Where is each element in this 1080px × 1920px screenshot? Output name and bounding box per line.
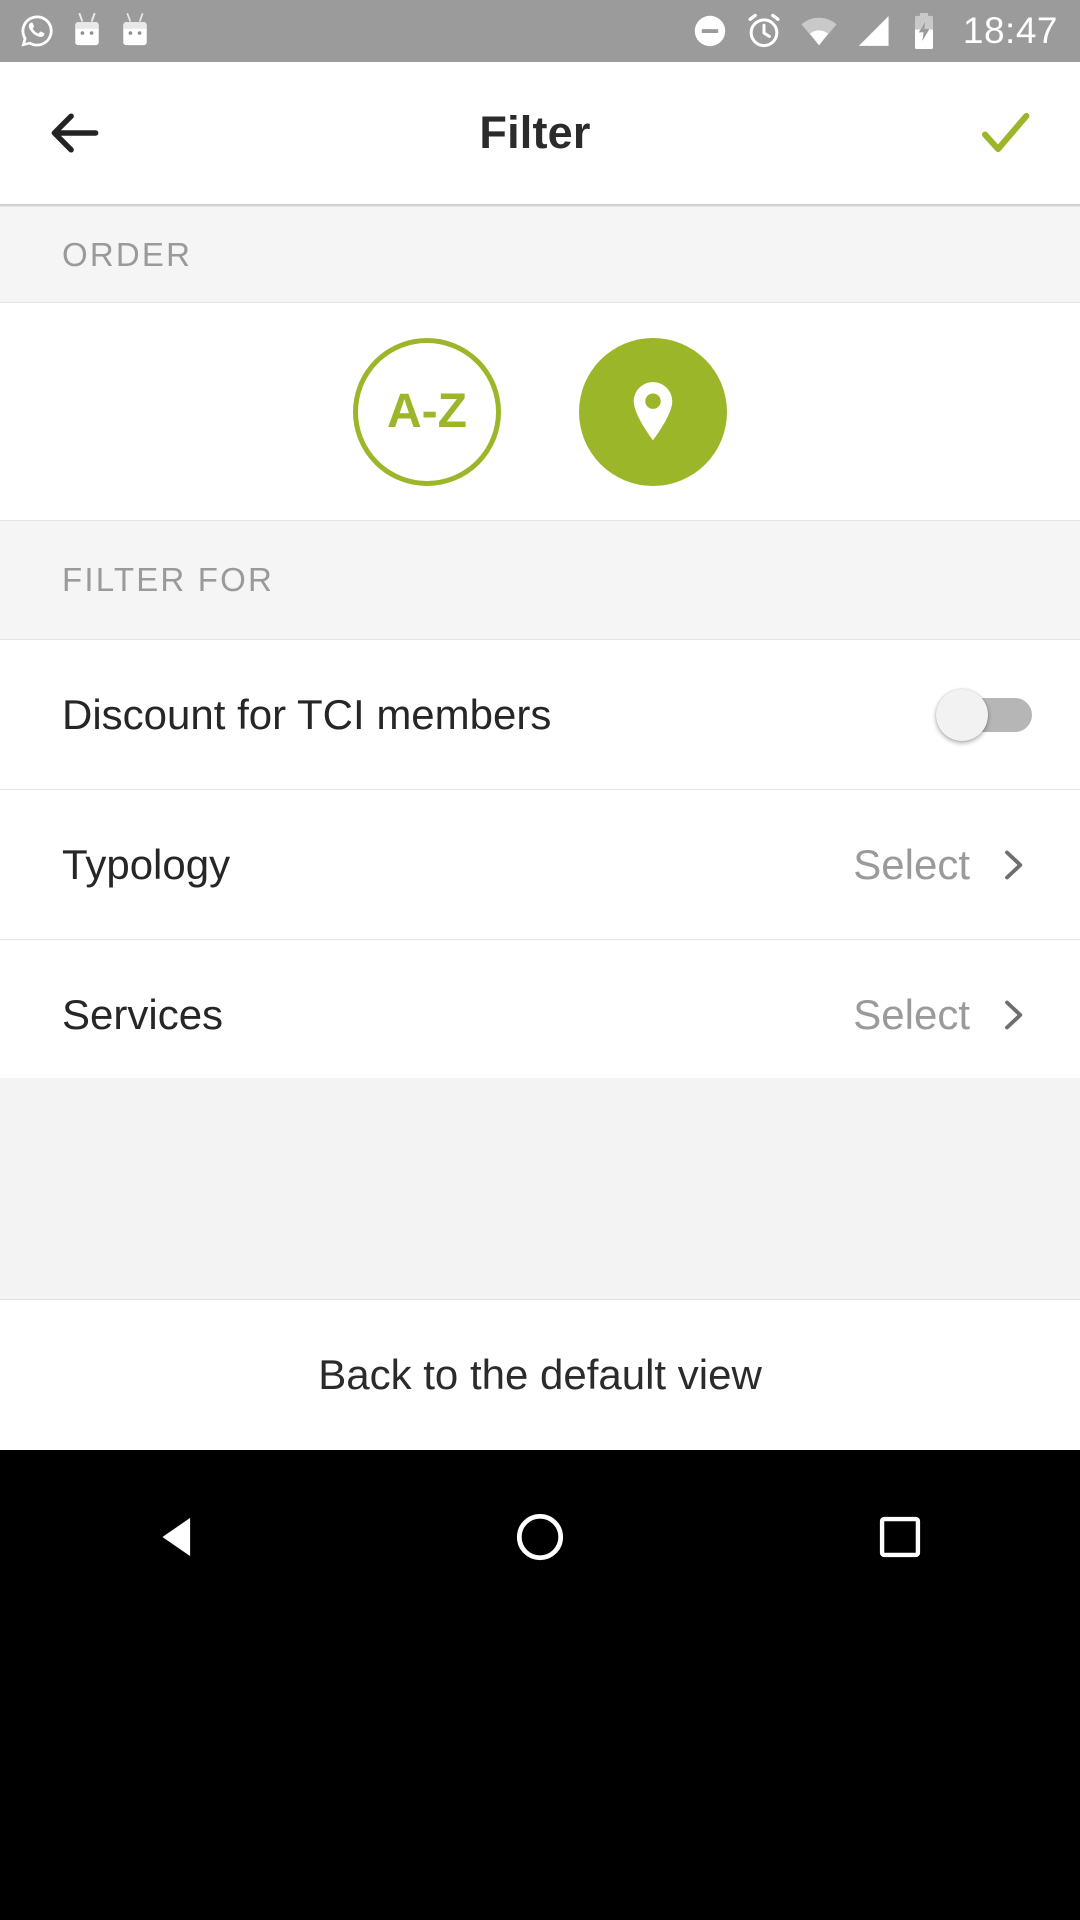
android-notification-icon: [75, 12, 99, 46]
app-bar: Filter: [0, 62, 1080, 204]
back-button[interactable]: [0, 62, 150, 204]
reset-filters-button[interactable]: Back to the default view: [0, 1300, 1080, 1450]
check-icon: [981, 112, 1030, 153]
whatsapp-icon: [21, 15, 53, 47]
recents-square-icon: [879, 1516, 921, 1558]
cellular-signal-icon: [858, 16, 889, 46]
battery-charging-icon: [914, 13, 933, 49]
status-bar-clock: 18:47: [962, 10, 1058, 51]
page-title: Filter: [479, 107, 591, 158]
reset-filters-label: Back to the default view: [318, 1351, 762, 1398]
row-label: Discount for TCI members: [62, 690, 552, 738]
do-not-disturb-icon: [694, 15, 726, 47]
order-options-card: A-Z: [0, 303, 1080, 520]
row-control: Select: [853, 991, 1032, 1039]
toggle-knob: [936, 688, 988, 741]
row-discount-tci-members[interactable]: Discount for TCI members: [0, 640, 1080, 790]
filter-for-section-label: FILTER FOR: [62, 561, 275, 598]
alarm-icon: [748, 13, 780, 48]
filter-for-section-header: FILTER FOR: [0, 520, 1080, 640]
status-bar-system-icons: 18:47: [691, 0, 1058, 62]
nav-home-button[interactable]: [450, 1492, 630, 1582]
filter-for-list: Discount for TCI members Typology Select…: [0, 640, 1080, 1090]
confirm-button[interactable]: [930, 62, 1080, 204]
row-control: [936, 688, 1032, 741]
android-navigation-bar: [0, 1450, 1080, 1920]
filter-screen: 18:47 Filter ORDER A-Z FILTER FOR Discou…: [0, 0, 1080, 1920]
chevron-right-icon: [1005, 850, 1023, 879]
row-services[interactable]: Services Select: [0, 940, 1080, 1090]
row-label: Services: [62, 990, 224, 1038]
status-bar: 18:47: [0, 0, 1080, 62]
content-spacer: [0, 1078, 1080, 1300]
back-triangle-icon: [162, 1517, 191, 1557]
nav-back-button[interactable]: [90, 1492, 270, 1582]
order-option-alphabetical[interactable]: A-Z: [353, 337, 501, 486]
order-section-label: ORDER: [62, 235, 193, 273]
row-label: Typology: [62, 840, 231, 888]
row-typology[interactable]: Typology Select: [0, 790, 1080, 940]
row-control: Select: [853, 841, 1032, 889]
home-circle-icon: [516, 1513, 564, 1561]
chevron-right-icon: [1005, 1000, 1023, 1029]
order-option-by-location[interactable]: [579, 337, 727, 486]
order-section-header: ORDER: [0, 206, 1080, 303]
wifi-icon: [801, 17, 837, 46]
status-bar-notification-icons: [18, 12, 152, 50]
arrow-left-icon: [51, 113, 99, 153]
az-label: A-Z: [387, 385, 467, 438]
android-notification-icon: [123, 13, 147, 46]
discount-toggle-switch[interactable]: [936, 688, 1032, 741]
nav-recents-button[interactable]: [810, 1492, 990, 1582]
row-value: Select: [853, 990, 970, 1038]
row-value: Select: [853, 840, 970, 888]
map-pin-icon: [633, 381, 673, 440]
